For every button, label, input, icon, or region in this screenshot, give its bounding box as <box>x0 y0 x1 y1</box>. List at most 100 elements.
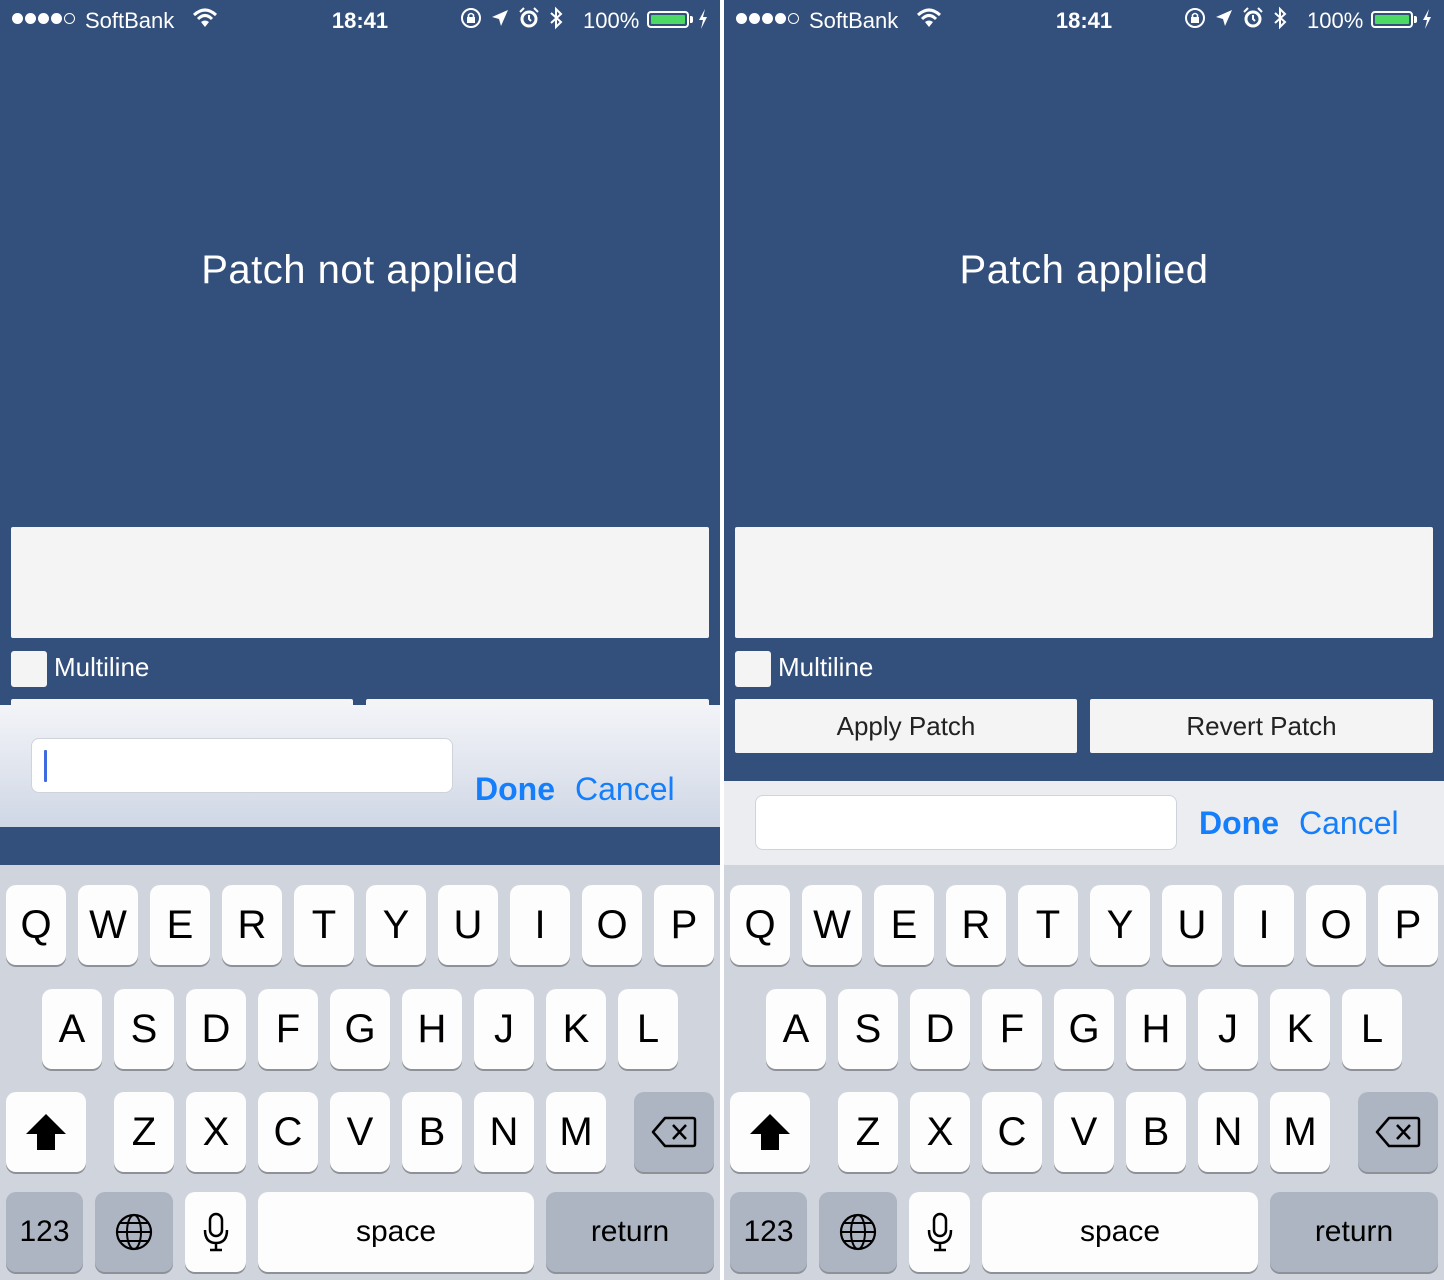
alarm-icon <box>1242 7 1264 35</box>
key-i[interactable]: I <box>510 885 570 965</box>
battery-percentage: 100% <box>1307 8 1364 33</box>
multiline-text-area[interactable] <box>735 527 1433 638</box>
battery-icon <box>647 11 689 28</box>
backspace-key[interactable] <box>1358 1092 1438 1172</box>
key-r[interactable]: R <box>222 885 282 965</box>
key-d[interactable]: D <box>186 989 246 1069</box>
input-accessory-bar: Done Cancel <box>0 705 720 827</box>
key-j[interactable]: J <box>1198 989 1258 1069</box>
key-w[interactable]: W <box>802 885 862 965</box>
patch-status-label: Patch not applied <box>201 248 519 292</box>
input-accessory-bar: Done Cancel <box>724 781 1444 865</box>
screen-patch-not-applied: SoftBank 18:41 100% Patch not applied Mu… <box>0 0 720 1280</box>
numbers-key[interactable]: 123 <box>6 1192 83 1272</box>
key-p[interactable]: P <box>1378 885 1438 965</box>
keyboard: Q W E R T Y U I O P A S D F G H J K L Z X C V B N M 123 space return <box>724 865 1444 1280</box>
key-n[interactable]: N <box>1198 1092 1258 1172</box>
multiline-checkbox[interactable] <box>735 651 771 687</box>
key-n[interactable]: N <box>474 1092 534 1172</box>
location-icon <box>490 8 510 34</box>
alarm-icon <box>518 7 540 35</box>
done-button[interactable]: Done <box>475 771 555 808</box>
key-d[interactable]: D <box>910 989 970 1069</box>
globe-key[interactable] <box>95 1192 173 1272</box>
shift-key[interactable] <box>730 1092 810 1172</box>
key-x[interactable]: X <box>186 1092 246 1172</box>
globe-icon <box>838 1212 878 1252</box>
key-o[interactable]: O <box>582 885 642 965</box>
key-k[interactable]: K <box>546 989 606 1069</box>
key-s[interactable]: S <box>114 989 174 1069</box>
key-s[interactable]: S <box>838 989 898 1069</box>
key-i[interactable]: I <box>1234 885 1294 965</box>
revert-patch-button[interactable]: Revert Patch <box>1090 699 1433 753</box>
key-t[interactable]: T <box>1018 885 1078 965</box>
key-k[interactable]: K <box>1270 989 1330 1069</box>
key-f[interactable]: F <box>982 989 1042 1069</box>
status-bar: SoftBank 18:41 100% <box>0 0 720 40</box>
globe-icon <box>114 1212 154 1252</box>
key-y[interactable]: Y <box>1090 885 1150 965</box>
key-c[interactable]: C <box>258 1092 318 1172</box>
shift-key[interactable] <box>6 1092 86 1172</box>
key-r[interactable]: R <box>946 885 1006 965</box>
battery-icon <box>1371 11 1413 28</box>
key-x[interactable]: X <box>910 1092 970 1172</box>
numbers-key[interactable]: 123 <box>730 1192 807 1272</box>
accessory-text-input[interactable] <box>755 795 1177 850</box>
key-a[interactable]: A <box>766 989 826 1069</box>
multiline-text-area[interactable] <box>11 527 709 638</box>
charging-icon <box>697 8 709 36</box>
key-f[interactable]: F <box>258 989 318 1069</box>
key-h[interactable]: H <box>402 989 462 1069</box>
key-t[interactable]: T <box>294 885 354 965</box>
key-o[interactable]: O <box>1306 885 1366 965</box>
key-y[interactable]: Y <box>366 885 426 965</box>
key-e[interactable]: E <box>150 885 210 965</box>
key-z[interactable]: Z <box>838 1092 898 1172</box>
multiline-checkbox[interactable] <box>11 651 47 687</box>
space-key[interactable]: space <box>982 1192 1258 1272</box>
done-button[interactable]: Done <box>1199 805 1279 842</box>
key-m[interactable]: M <box>1270 1092 1330 1172</box>
key-v[interactable]: V <box>1054 1092 1114 1172</box>
key-h[interactable]: H <box>1126 989 1186 1069</box>
dictation-key[interactable] <box>185 1192 246 1272</box>
key-l[interactable]: L <box>1342 989 1402 1069</box>
backspace-key[interactable] <box>634 1092 714 1172</box>
key-l[interactable]: L <box>618 989 678 1069</box>
key-j[interactable]: J <box>474 989 534 1069</box>
return-key[interactable]: return <box>1270 1192 1438 1272</box>
screen-patch-applied: SoftBank 18:41 100% Patch applied Multil… <box>724 0 1444 1280</box>
microphone-icon <box>926 1212 954 1252</box>
key-g[interactable]: G <box>1054 989 1114 1069</box>
key-c[interactable]: C <box>982 1092 1042 1172</box>
key-v[interactable]: V <box>330 1092 390 1172</box>
shift-icon <box>748 1112 792 1152</box>
key-u[interactable]: U <box>1162 885 1222 965</box>
cancel-button[interactable]: Cancel <box>575 771 675 808</box>
key-q[interactable]: Q <box>730 885 790 965</box>
key-w[interactable]: W <box>78 885 138 965</box>
apply-patch-button[interactable]: Apply Patch <box>735 699 1077 753</box>
return-key[interactable]: return <box>546 1192 714 1272</box>
key-u[interactable]: U <box>438 885 498 965</box>
dictation-key[interactable] <box>909 1192 970 1272</box>
key-a[interactable]: A <box>42 989 102 1069</box>
key-b[interactable]: B <box>1126 1092 1186 1172</box>
globe-key[interactable] <box>819 1192 897 1272</box>
accessory-text-input[interactable] <box>31 738 453 793</box>
bluetooth-icon <box>1272 6 1288 36</box>
key-p[interactable]: P <box>654 885 714 965</box>
cancel-button[interactable]: Cancel <box>1299 805 1399 842</box>
space-key[interactable]: space <box>258 1192 534 1272</box>
key-q[interactable]: Q <box>6 885 66 965</box>
key-b[interactable]: B <box>402 1092 462 1172</box>
multiline-label: Multiline <box>54 652 150 682</box>
backspace-icon <box>1375 1116 1421 1148</box>
key-m[interactable]: M <box>546 1092 606 1172</box>
key-z[interactable]: Z <box>114 1092 174 1172</box>
orientation-lock-icon <box>460 7 482 35</box>
key-g[interactable]: G <box>330 989 390 1069</box>
key-e[interactable]: E <box>874 885 934 965</box>
